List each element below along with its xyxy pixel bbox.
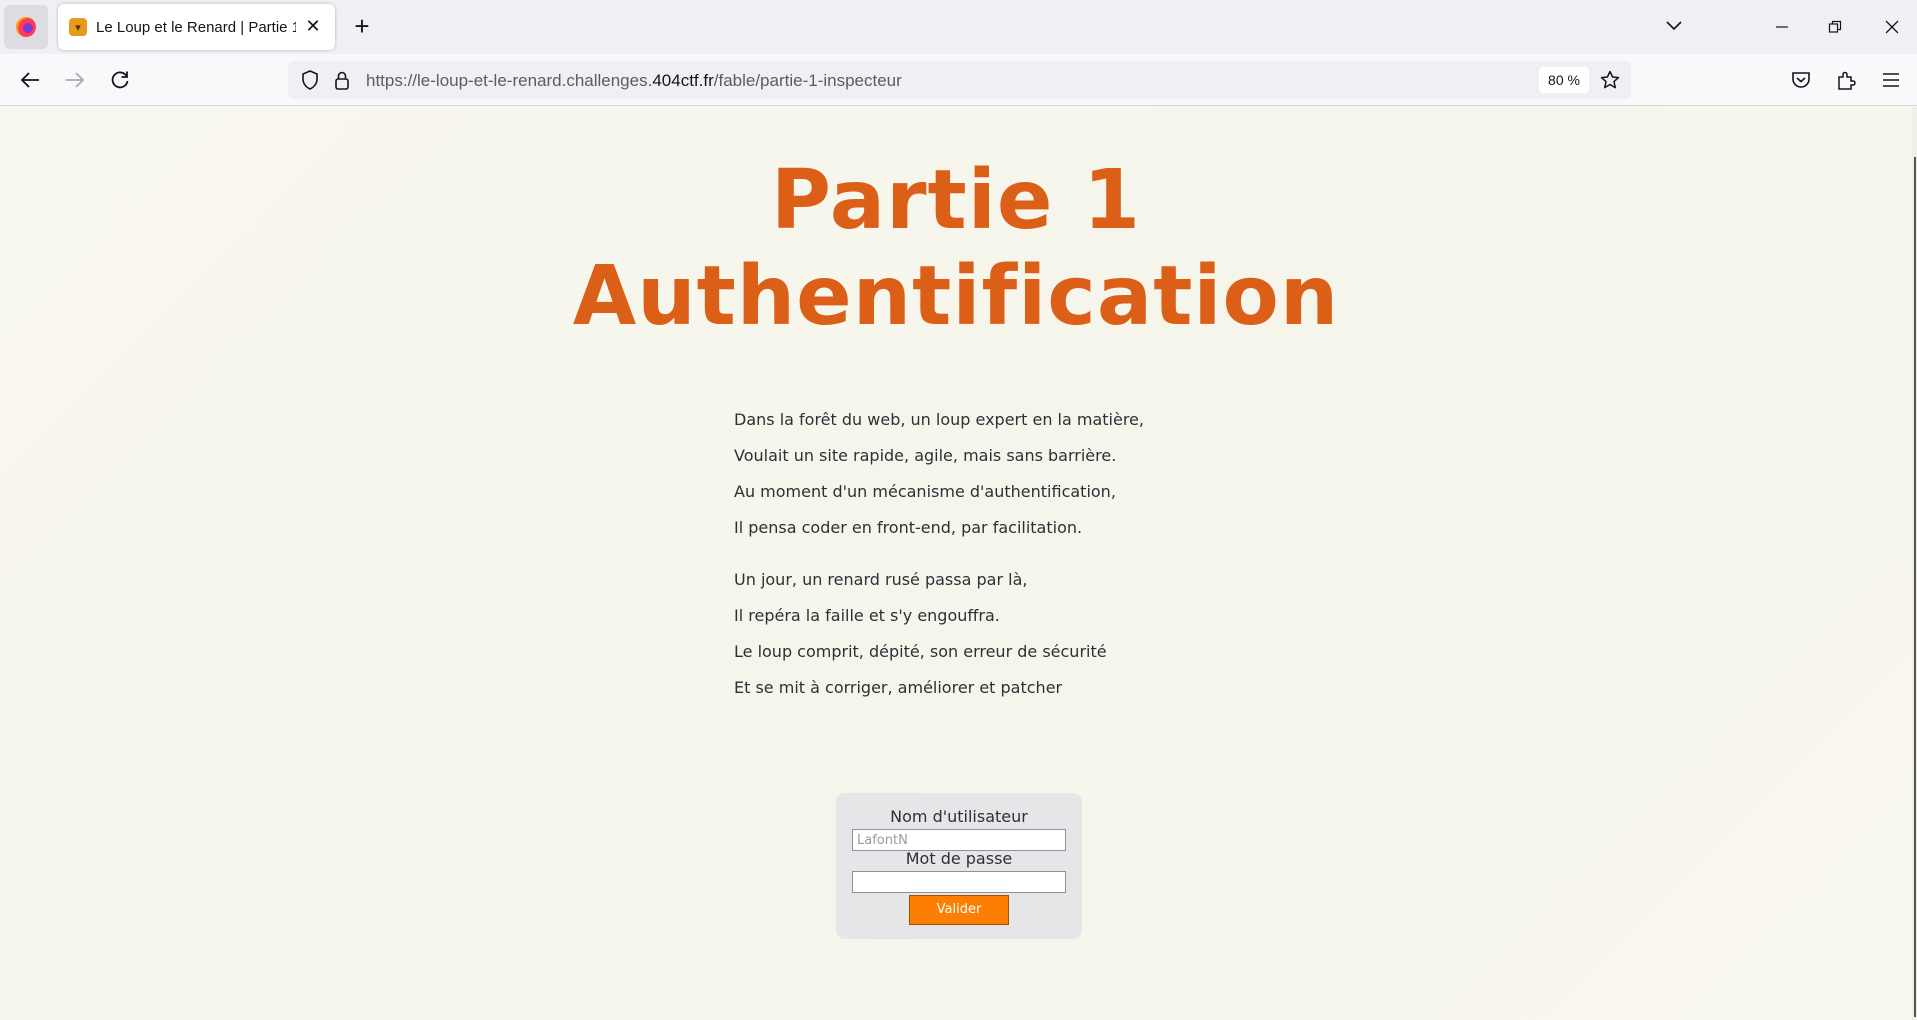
poem-line: Voulait un site rapide, agile, mais sans… [734, 446, 1117, 465]
poem-stanza-1: Dans la forêt du web, un loup expert en … [734, 402, 1234, 546]
close-tab-icon[interactable]: ✕ [303, 16, 323, 36]
password-input[interactable] [852, 871, 1066, 893]
address-bar[interactable]: https://le-loup-et-le-renard.challenges.… [288, 61, 1631, 99]
minimize-icon[interactable] [1760, 8, 1804, 46]
new-tab-icon[interactable]: + [348, 12, 376, 40]
poem-stanza-2: Un jour, un renard rusé passa par là, Il… [734, 562, 1234, 706]
active-tab[interactable]: ▾ Le Loup et le Renard | Partie 1 ✕ [58, 4, 335, 50]
url-path: /fable/partie-1-inspecteur [713, 71, 902, 90]
list-all-tabs-icon[interactable] [1660, 12, 1688, 40]
url-domain: 404ctf.fr [652, 71, 714, 90]
page-content: Partie 1 Authentification Dans la forêt … [0, 107, 1912, 1020]
page-scrollbar[interactable] [1912, 107, 1917, 1020]
url-text[interactable]: https://le-loup-et-le-renard.challenges.… [366, 71, 902, 91]
poem-line: Il pensa coder en front-end, par facilit… [734, 518, 1083, 537]
username-input[interactable] [852, 829, 1066, 851]
navigation-toolbar: https://le-loup-et-le-renard.challenges.… [0, 54, 1917, 106]
tab-title: Le Loup et le Renard | Partie 1 [96, 18, 296, 36]
poem-line: Un jour, un renard rusé passa par là, [734, 570, 1028, 589]
zoom-level-button[interactable]: 80 % [1539, 67, 1589, 93]
shield-icon[interactable] [296, 66, 324, 94]
page-title-line2: Authentification [572, 249, 1340, 344]
firefox-view-button[interactable] [4, 5, 48, 49]
scrollbar-thumb[interactable] [1914, 157, 1916, 1017]
poem-line: Au moment d'un mécanisme d'authentificat… [734, 482, 1116, 501]
forward-arrow-icon[interactable] [61, 66, 89, 94]
back-arrow-icon[interactable] [16, 66, 44, 94]
poem-line: Et se mit à corriger, améliorer et patch… [734, 678, 1063, 697]
page-title-line1: Partie 1 [770, 153, 1142, 248]
password-label: Mot de passe [905, 849, 1013, 868]
bookmark-star-icon[interactable] [1596, 66, 1624, 94]
submit-button[interactable]: Valider [909, 895, 1009, 925]
tab-strip: ▾ Le Loup et le Renard | Partie 1 ✕ + [0, 0, 1917, 54]
reload-icon[interactable] [106, 66, 134, 94]
menu-hamburger-icon[interactable] [1877, 66, 1905, 94]
username-label: Nom d'utilisateur [890, 807, 1028, 826]
lock-icon[interactable] [328, 66, 356, 94]
fox-favicon-icon: ▾ [69, 18, 87, 36]
close-window-icon[interactable] [1870, 8, 1914, 46]
url-prefix: https://le-loup-et-le-renard.challenges. [366, 71, 653, 90]
restore-icon[interactable] [1813, 8, 1857, 46]
login-form: Nom d'utilisateur Mot de passe Valider [836, 793, 1082, 939]
extensions-icon[interactable] [1832, 66, 1860, 94]
poem-line: Dans la forêt du web, un loup expert en … [734, 410, 1144, 429]
poem-line: Le loup comprit, dépité, son erreur de s… [734, 642, 1107, 661]
firefox-icon [16, 17, 36, 37]
poem-line: Il repéra la faille et s'y engouffra. [734, 606, 1000, 625]
pocket-icon[interactable] [1787, 66, 1815, 94]
